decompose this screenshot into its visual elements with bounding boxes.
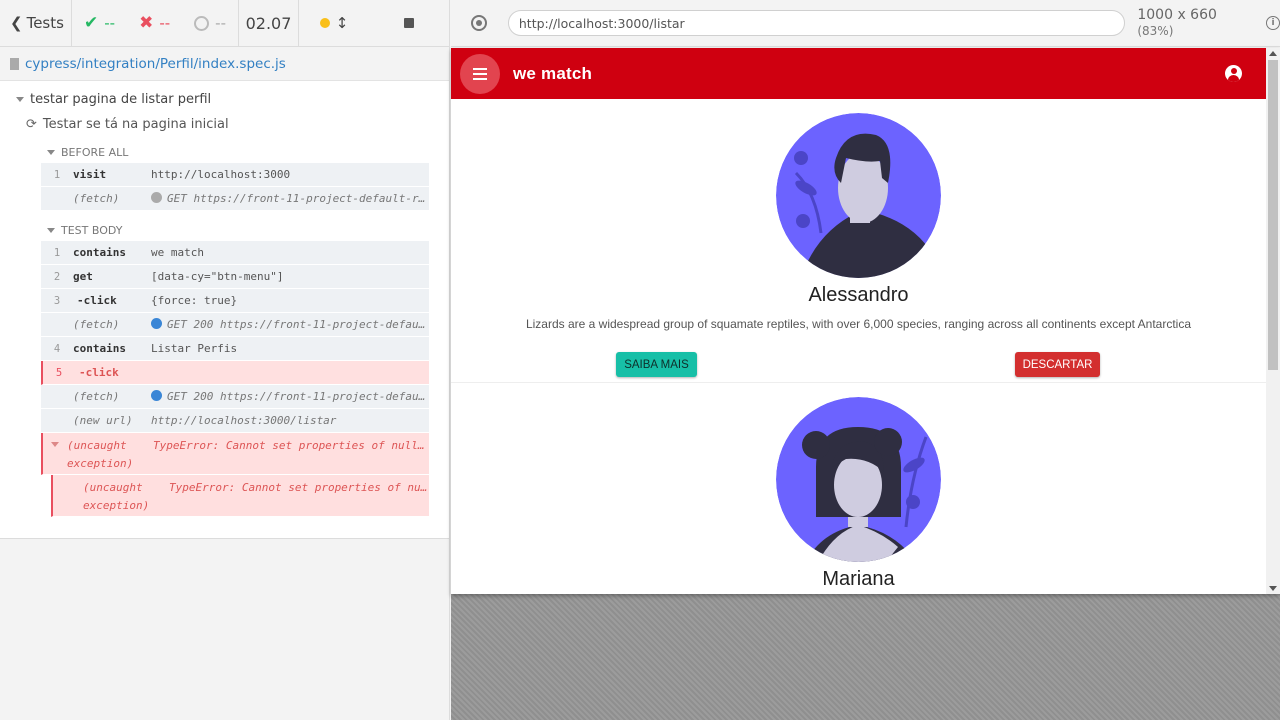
profile-card: Mariana [451,383,1266,594]
brand-title: we match [513,63,593,83]
command-row[interactable]: (fetch) GET https://front-11-project-def… [41,187,429,211]
caret-down-icon [47,149,55,155]
passed-count: ✔ -- [84,13,116,33]
spec-path-bar: cypress/integration/Perfil/index.spec.js [0,47,449,81]
command-row[interactable]: (fetch) GET 200 https://front-11-project… [41,385,429,409]
command-row[interactable]: 1 contains we match [41,241,429,265]
avatar-female [776,397,941,562]
pending-count: -- [182,0,239,46]
command-row[interactable]: 2 get [data-cy="btn-menu"] [41,265,429,289]
viewport-info[interactable]: 1000 x 660 (83%) [1137,7,1256,39]
success-dot-icon [151,390,162,401]
test-title[interactable]: ⟳ Testar se tá na pagina inicial [0,109,449,139]
reporter-empty-area [0,539,449,719]
check-icon: ✔ [84,13,99,33]
app-frame: we match Alessandro Lizards are a widesp… [451,48,1280,594]
hook-before-all[interactable]: BEFORE ALL [0,141,449,163]
menu-button[interactable] [460,53,500,94]
success-dot-icon [151,318,162,329]
scroll-toggle[interactable]: ↕ [299,0,369,46]
scroll-thumb[interactable] [1268,60,1278,370]
descartar-button[interactable]: DESCARTAR [1015,352,1100,377]
suite-title[interactable]: testar pagina de listar perfil [0,85,449,109]
file-icon [10,57,19,70]
before-all-commands: 1 visit http://localhost:3000 (fetch) GE… [41,163,429,211]
reporter-header: ❮ Tests ✔ -- ✖ -- -- 02.07 ↕ [0,0,449,47]
pending-dot-icon [151,192,162,203]
aut-header: http://localhost:3000/listar 1000 x 660 … [451,0,1280,47]
circle-icon [194,15,210,31]
account-icon[interactable] [1225,65,1242,82]
auto-scroll-icon: ↕ [335,14,349,32]
caret-down-icon [51,442,59,447]
caret-down-icon [47,227,55,233]
stop-icon [403,18,414,28]
url-bar[interactable]: http://localhost:3000/listar [507,10,1126,36]
test-body-commands: 1 contains we match 2 get [data-cy="btn-… [41,241,429,517]
profile-name: Mariana [822,568,895,590]
profile-description: Lizards are a widespread group of squama… [525,317,1192,331]
command-row-failed[interactable]: 5 -click [41,361,429,385]
saiba-mais-button[interactable]: SAIBA MAIS [616,352,697,377]
app-bar: we match [451,48,1280,99]
uncaught-exception-detail[interactable]: (uncaught exception) TypeError: Cannot s… [51,475,429,517]
command-row[interactable]: 4 contains Listar Perfis [41,337,429,361]
spec-path-link[interactable]: cypress/integration/Perfil/index.spec.js [25,56,286,72]
failed-count: ✖ -- [139,13,171,33]
stop-button[interactable] [369,0,449,46]
duration: 02.07 [239,0,299,46]
hook-test-body[interactable]: TEST BODY [0,219,449,241]
command-row[interactable]: (new url) http://localhost:3000/listar [41,409,429,433]
status-dot-icon [319,18,330,28]
test-list: testar pagina de listar perfil ⟳ Testar … [0,81,449,539]
chevron-left-icon: ❮ [10,14,23,32]
scroll-down-icon[interactable] [1269,586,1277,591]
cypress-reporter: ❮ Tests ✔ -- ✖ -- -- 02.07 ↕ cypress/int… [0,0,450,720]
profile-name: Alessandro [808,284,909,306]
app-scrollbar[interactable] [1266,48,1280,594]
aut-stage: we match Alessandro Lizards are a widesp… [451,48,1280,720]
scroll-up-icon[interactable] [1269,51,1277,56]
selector-playground-icon[interactable] [471,15,487,31]
tests-label: Tests [26,14,64,32]
tests-button[interactable]: ❮ Tests [0,0,72,46]
command-row[interactable]: 1 visit http://localhost:3000 [41,163,429,187]
refresh-icon: ⟳ [26,116,37,132]
avatar-male [776,113,941,278]
uncaught-exception-row[interactable]: (uncaught exception) TypeError: Cannot s… [41,433,429,475]
caret-down-icon [16,96,24,102]
command-row[interactable]: 3 -click {force: true} [41,289,429,313]
command-row[interactable]: (fetch) GET 200 https://front-11-project… [41,313,429,337]
profile-card: Alessandro Lizards are a widespread grou… [451,99,1266,383]
info-icon[interactable]: i [1266,16,1280,30]
cross-icon: ✖ [139,13,154,33]
